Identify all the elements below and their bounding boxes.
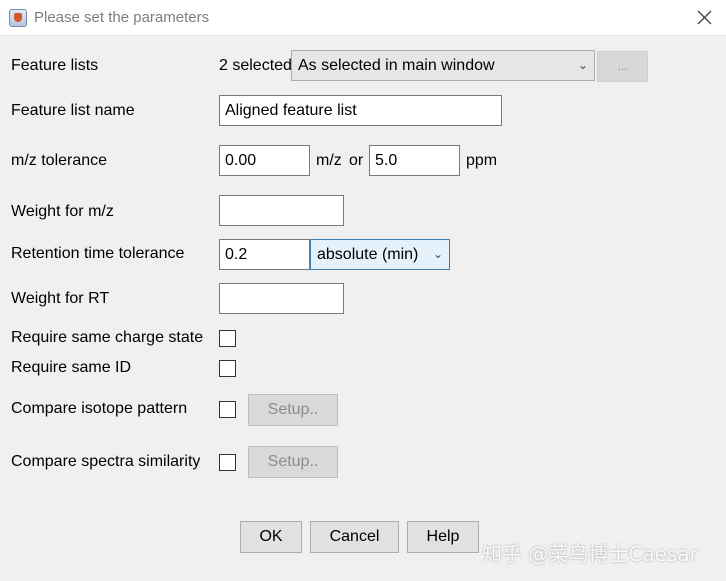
rt-unit-value: absolute (min) — [317, 246, 419, 263]
chevron-down-icon: ⌄ — [432, 247, 443, 261]
window-title: Please set the parameters — [34, 9, 210, 26]
weight-rt-label: Weight for RT — [11, 290, 110, 307]
or-label: or — [349, 152, 364, 169]
same-charge-checkbox[interactable] — [219, 330, 236, 347]
same-id-label: Require same ID — [11, 359, 132, 376]
ok-button[interactable]: OK — [240, 521, 302, 553]
isotope-setup-button[interactable]: Setup.. — [248, 394, 338, 426]
java-cup-icon — [9, 9, 27, 27]
cancel-button[interactable]: Cancel — [310, 521, 399, 553]
feature-lists-count: 2 selected — [219, 57, 292, 74]
feature-lists-mode-value: As selected in main window — [298, 57, 495, 74]
spectra-checkbox[interactable] — [219, 454, 236, 471]
mz-unit-label: m/z — [316, 152, 342, 169]
watermark: 知乎 @菜鸟博士Caesar — [482, 542, 698, 566]
weight-mz-input[interactable] — [219, 195, 344, 226]
weight-mz-label: Weight for m/z — [11, 203, 114, 220]
mz-tolerance-label: m/z tolerance — [11, 152, 108, 169]
mz-tolerance-input[interactable] — [219, 145, 310, 176]
spectra-label: Compare spectra similarity — [11, 453, 201, 470]
feature-lists-mode-dropdown[interactable]: As selected in main window ⌄ — [291, 50, 595, 81]
feature-lists-browse-button[interactable]: ... — [597, 51, 648, 82]
ppm-unit-label: ppm — [466, 152, 498, 169]
isotope-checkbox[interactable] — [219, 401, 236, 418]
close-icon[interactable] — [696, 9, 713, 26]
isotope-label: Compare isotope pattern — [11, 400, 188, 417]
rt-unit-dropdown[interactable]: absolute (min) ⌄ — [310, 239, 450, 270]
rt-tolerance-label: Retention time tolerance — [11, 245, 185, 262]
feature-lists-label: Feature lists — [11, 57, 99, 74]
spectra-setup-button[interactable]: Setup.. — [248, 446, 338, 478]
help-button[interactable]: Help — [407, 521, 479, 553]
same-charge-label: Require same charge state — [11, 329, 204, 346]
chevron-down-icon: ⌄ — [577, 58, 588, 72]
weight-rt-input[interactable] — [219, 283, 344, 314]
title-bar: Please set the parameters — [0, 0, 726, 36]
feature-list-name-label: Feature list name — [11, 102, 135, 119]
same-id-checkbox[interactable] — [219, 360, 236, 377]
feature-list-name-input[interactable] — [219, 95, 502, 126]
rt-tolerance-input[interactable] — [219, 239, 310, 270]
ppm-tolerance-input[interactable] — [369, 145, 460, 176]
